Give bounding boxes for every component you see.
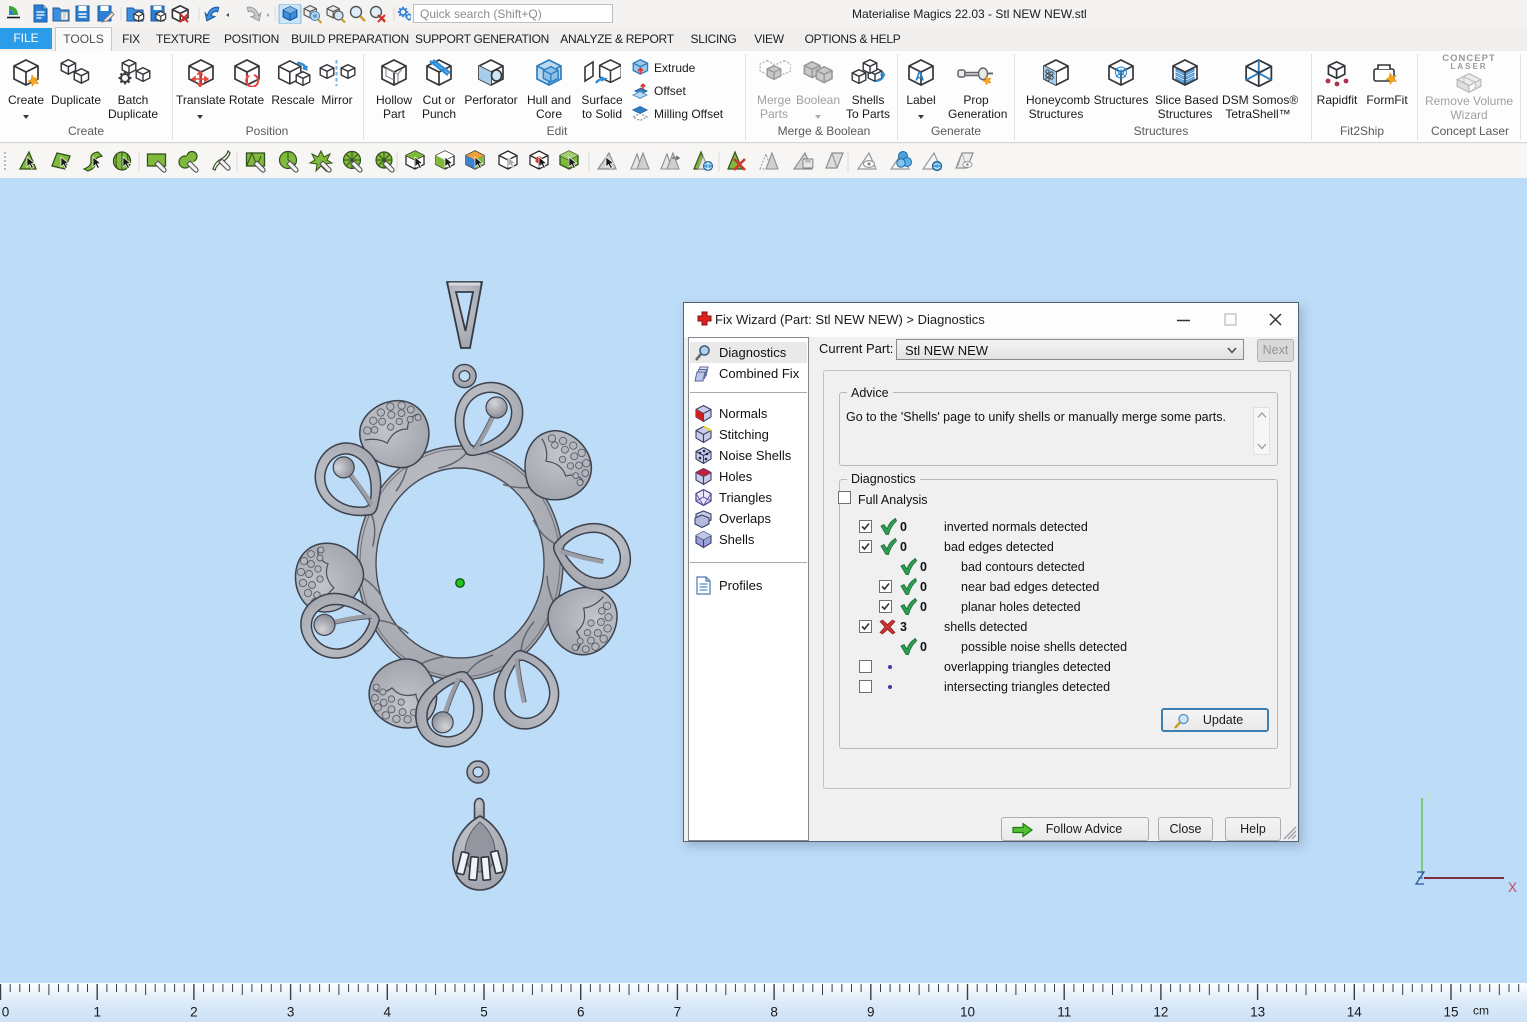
svg-text:0: 0 [2, 1005, 10, 1020]
svg-text:6: 6 [577, 1005, 585, 1020]
svg-text:13: 13 [1250, 1005, 1265, 1020]
svg-text:4: 4 [384, 1005, 392, 1020]
svg-text:A: A [915, 69, 925, 84]
svg-text:3: 3 [287, 1005, 295, 1020]
svg-text:2: 2 [190, 1005, 198, 1020]
svg-text:10: 10 [960, 1005, 975, 1020]
svg-text:11: 11 [1057, 1005, 1071, 1020]
svg-text:5: 5 [480, 1005, 488, 1020]
svg-text:9: 9 [867, 1005, 875, 1020]
svg-text:7: 7 [674, 1005, 682, 1020]
svg-text:12: 12 [1153, 1005, 1168, 1020]
svg-text:Y: Y [1424, 790, 1433, 804]
svg-text:1: 1 [93, 1005, 101, 1020]
svg-text:14: 14 [1347, 1005, 1363, 1020]
svg-text:cm: cm [1473, 1004, 1489, 1018]
svg-text:8: 8 [770, 1005, 778, 1020]
svg-text:X: X [1508, 880, 1517, 895]
svg-text:15: 15 [1443, 1005, 1458, 1020]
